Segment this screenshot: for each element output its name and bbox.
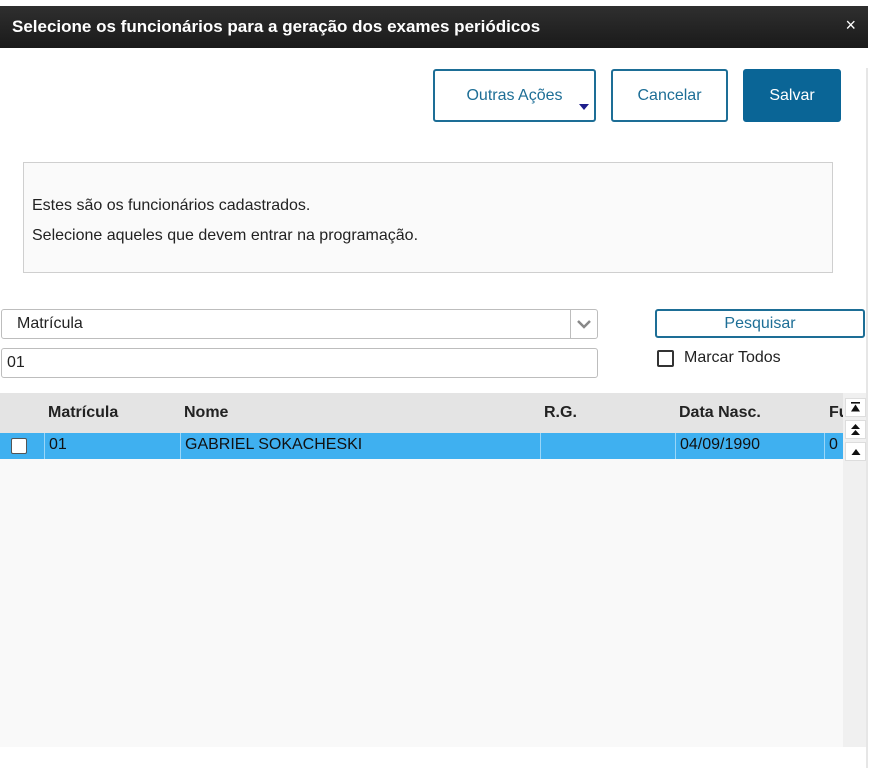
chevron-down-icon[interactable] bbox=[570, 310, 597, 338]
info-panel: Estes são os funcionários cadastrados. S… bbox=[23, 162, 833, 273]
search-input[interactable] bbox=[1, 348, 598, 378]
cell-nome: GABRIEL SOKACHESKI bbox=[181, 433, 541, 459]
cell-rg bbox=[541, 433, 676, 459]
other-actions-button[interactable]: Outras Ações bbox=[433, 69, 596, 122]
divider bbox=[866, 68, 868, 768]
employee-grid: Matrícula Nome R.G. Data Nasc. Fu 01 GAB… bbox=[0, 393, 843, 747]
row-checkbox-cell bbox=[0, 433, 45, 459]
column-header-data-nasc[interactable]: Data Nasc. bbox=[679, 404, 761, 422]
chevron-down-icon bbox=[579, 104, 589, 110]
column-header-rg[interactable]: R.G. bbox=[544, 404, 577, 422]
select-all-checkbox[interactable] bbox=[657, 349, 674, 367]
table-row[interactable]: 01 GABRIEL SOKACHESKI 04/09/1990 0 bbox=[0, 433, 843, 459]
scroll-up-icon[interactable] bbox=[845, 442, 866, 461]
cell-data-nasc: 04/09/1990 bbox=[676, 433, 825, 459]
info-text-line-1: Estes são os funcionários cadastrados. bbox=[32, 197, 311, 214]
info-text-line-2: Selecione aqueles que devem entrar na pr… bbox=[32, 227, 419, 244]
grid-scrollbar[interactable] bbox=[843, 393, 866, 747]
scroll-top-icon[interactable] bbox=[845, 398, 866, 417]
search-button[interactable]: Pesquisar bbox=[655, 309, 865, 338]
column-header-nome[interactable]: Nome bbox=[184, 404, 228, 422]
column-header-matricula[interactable]: Matrícula bbox=[48, 404, 118, 422]
select-all-label: Marcar Todos bbox=[684, 349, 781, 366]
dialog-body: Outras Ações Cancelar Salvar Estes são o… bbox=[0, 48, 868, 768]
dialog-title: Selecione os funcionários para a geração… bbox=[12, 17, 541, 36]
scroll-page-up-icon[interactable] bbox=[845, 420, 866, 439]
close-icon[interactable]: × bbox=[845, 15, 856, 36]
select-all-toggle[interactable]: Marcar Todos bbox=[657, 349, 781, 367]
other-actions-label: Outras Ações bbox=[466, 86, 563, 104]
save-button[interactable]: Salvar bbox=[743, 69, 841, 122]
search-field-value: Matrícula bbox=[17, 315, 83, 332]
dialog: Selecione os funcionários para a geração… bbox=[0, 6, 868, 768]
row-checkbox[interactable] bbox=[11, 438, 27, 454]
dialog-title-bar: Selecione os funcionários para a geração… bbox=[0, 6, 868, 48]
cancel-button[interactable]: Cancelar bbox=[611, 69, 728, 122]
cell-matricula: 01 bbox=[45, 433, 181, 459]
column-header-fu[interactable]: Fu bbox=[829, 404, 843, 422]
cell-fu: 0 bbox=[829, 436, 838, 453]
search-field-select[interactable]: Matrícula bbox=[1, 309, 598, 339]
grid-header: Matrícula Nome R.G. Data Nasc. Fu bbox=[0, 393, 843, 433]
